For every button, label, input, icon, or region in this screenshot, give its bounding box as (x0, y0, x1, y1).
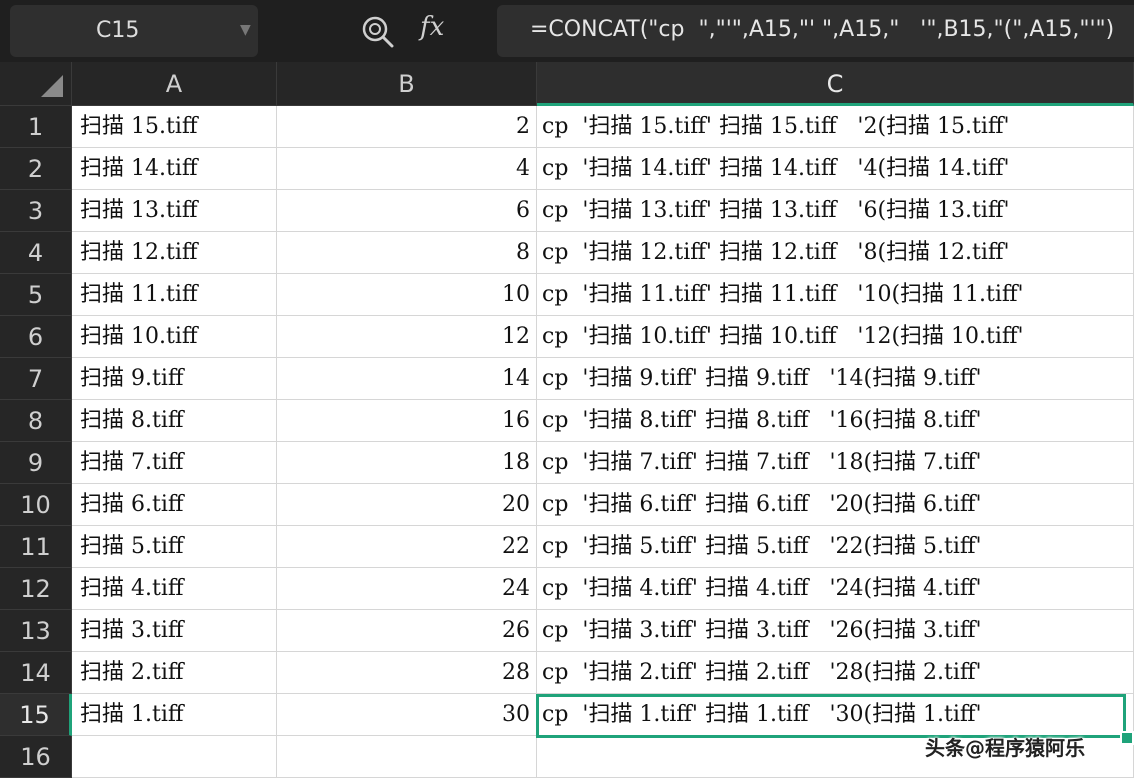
cell-b[interactable]: 22 (277, 526, 537, 568)
cell-c[interactable]: cp '扫描 13.tiff' 扫描 13.tiff '6(扫描 13.tiff… (537, 190, 1134, 232)
select-all-button[interactable] (0, 62, 72, 106)
cell-b[interactable]: 6 (277, 190, 537, 232)
formula-toolbar: C15 ▼ fx =CONCAT("cp ","'",A15,"' ",A15,… (0, 0, 1134, 62)
cell-b[interactable]: 30 (277, 694, 537, 736)
row-header[interactable]: 5 (0, 274, 72, 316)
row-header[interactable]: 7 (0, 358, 72, 400)
row-header[interactable]: 10 (0, 484, 72, 526)
cell-a[interactable]: 扫描 8.tiff (72, 400, 277, 442)
name-box-value: C15 (96, 18, 140, 43)
name-box[interactable]: C15 ▼ (10, 5, 258, 57)
cell-a[interactable]: 扫描 15.tiff (72, 106, 277, 148)
cell-c[interactable]: cp '扫描 8.tiff' 扫描 8.tiff '16(扫描 8.tiff' (537, 400, 1134, 442)
row-header[interactable]: 9 (0, 442, 72, 484)
cell-c[interactable]: cp '扫描 7.tiff' 扫描 7.tiff '18(扫描 7.tiff' (537, 442, 1134, 484)
cell-c[interactable]: cp '扫描 11.tiff' 扫描 11.tiff '10(扫描 11.tif… (537, 274, 1134, 316)
cell-a[interactable] (72, 736, 277, 778)
cell-a[interactable]: 扫描 4.tiff (72, 568, 277, 610)
fx-icon[interactable]: fx (420, 12, 444, 42)
cell-c[interactable]: cp '扫描 3.tiff' 扫描 3.tiff '26(扫描 3.tiff' (537, 610, 1134, 652)
cell-a[interactable]: 扫描 1.tiff (72, 694, 277, 736)
fill-handle[interactable] (1120, 731, 1134, 745)
cell-c[interactable]: cp '扫描 15.tiff' 扫描 15.tiff '2(扫描 15.tiff… (537, 106, 1134, 148)
cell-c[interactable]: cp '扫描 5.tiff' 扫描 5.tiff '22(扫描 5.tiff' (537, 526, 1134, 568)
cell-b[interactable]: 8 (277, 232, 537, 274)
watermark: 头条@程序猿阿乐 (925, 736, 1085, 760)
cell-b[interactable] (277, 736, 537, 778)
cell-a[interactable]: 扫描 10.tiff (72, 316, 277, 358)
cell-c[interactable]: cp '扫描 12.tiff' 扫描 12.tiff '8(扫描 12.tiff… (537, 232, 1134, 274)
column-header-c[interactable]: C (537, 62, 1134, 106)
row-header[interactable]: 4 (0, 232, 72, 274)
formula-text: =CONCAT("cp ","'",A15,"' ",A15," '",B15,… (530, 17, 1115, 42)
row-header[interactable]: 13 (0, 610, 72, 652)
cell-a[interactable]: 扫描 12.tiff (72, 232, 277, 274)
row-header[interactable]: 1 (0, 106, 72, 148)
cell-b[interactable]: 2 (277, 106, 537, 148)
chevron-down-icon[interactable]: ▼ (240, 22, 251, 38)
row-header[interactable]: 15 (0, 694, 72, 736)
cell-a[interactable]: 扫描 11.tiff (72, 274, 277, 316)
cell-c[interactable]: cp '扫描 6.tiff' 扫描 6.tiff '20(扫描 6.tiff' (537, 484, 1134, 526)
row-header[interactable]: 3 (0, 190, 72, 232)
row-header[interactable]: 16 (0, 736, 72, 778)
cell-a[interactable]: 扫描 9.tiff (72, 358, 277, 400)
column-header-a[interactable]: A (72, 62, 277, 106)
select-all-triangle-icon (41, 75, 63, 97)
cell-a[interactable]: 扫描 3.tiff (72, 610, 277, 652)
cell-c[interactable]: cp '扫描 14.tiff' 扫描 14.tiff '4(扫描 14.tiff… (537, 148, 1134, 190)
cell-a[interactable]: 扫描 2.tiff (72, 652, 277, 694)
cell-b[interactable]: 12 (277, 316, 537, 358)
row-header[interactable]: 12 (0, 568, 72, 610)
cell-c[interactable]: cp '扫描 9.tiff' 扫描 9.tiff '14(扫描 9.tiff' (537, 358, 1134, 400)
cell-c[interactable]: cp '扫描 10.tiff' 扫描 10.tiff '12(扫描 10.tif… (537, 316, 1134, 358)
row-header[interactable]: 11 (0, 526, 72, 568)
cell-b[interactable]: 24 (277, 568, 537, 610)
cell-b[interactable]: 4 (277, 148, 537, 190)
cell-a[interactable]: 扫描 5.tiff (72, 526, 277, 568)
row-header[interactable]: 6 (0, 316, 72, 358)
column-header-b[interactable]: B (277, 62, 537, 106)
zoom-icon[interactable] (360, 14, 396, 50)
cell-b[interactable]: 10 (277, 274, 537, 316)
cell-a[interactable]: 扫描 14.tiff (72, 148, 277, 190)
cell-a[interactable]: 扫描 6.tiff (72, 484, 277, 526)
cell-b[interactable]: 28 (277, 652, 537, 694)
row-header[interactable]: 2 (0, 148, 72, 190)
cell-b[interactable]: 18 (277, 442, 537, 484)
cell-c[interactable]: cp '扫描 1.tiff' 扫描 1.tiff '30(扫描 1.tiff' (537, 694, 1134, 736)
cell-b[interactable]: 16 (277, 400, 537, 442)
row-header[interactable]: 8 (0, 400, 72, 442)
cell-a[interactable]: 扫描 7.tiff (72, 442, 277, 484)
cell-b[interactable]: 26 (277, 610, 537, 652)
spreadsheet-grid: A B C 1 扫描 15.tiff 2 cp '扫描 15.tiff' 扫描 15.… (0, 62, 1134, 778)
cell-b[interactable]: 14 (277, 358, 537, 400)
cell-a[interactable]: 扫描 13.tiff (72, 190, 277, 232)
cell-c[interactable]: cp '扫描 2.tiff' 扫描 2.tiff '28(扫描 2.tiff' (537, 652, 1134, 694)
cell-b[interactable]: 20 (277, 484, 537, 526)
formula-input[interactable]: =CONCAT("cp ","'",A15,"' ",A15," '",B15,… (497, 5, 1134, 57)
cell-c[interactable]: cp '扫描 4.tiff' 扫描 4.tiff '24(扫描 4.tiff' (537, 568, 1134, 610)
row-header[interactable]: 14 (0, 652, 72, 694)
